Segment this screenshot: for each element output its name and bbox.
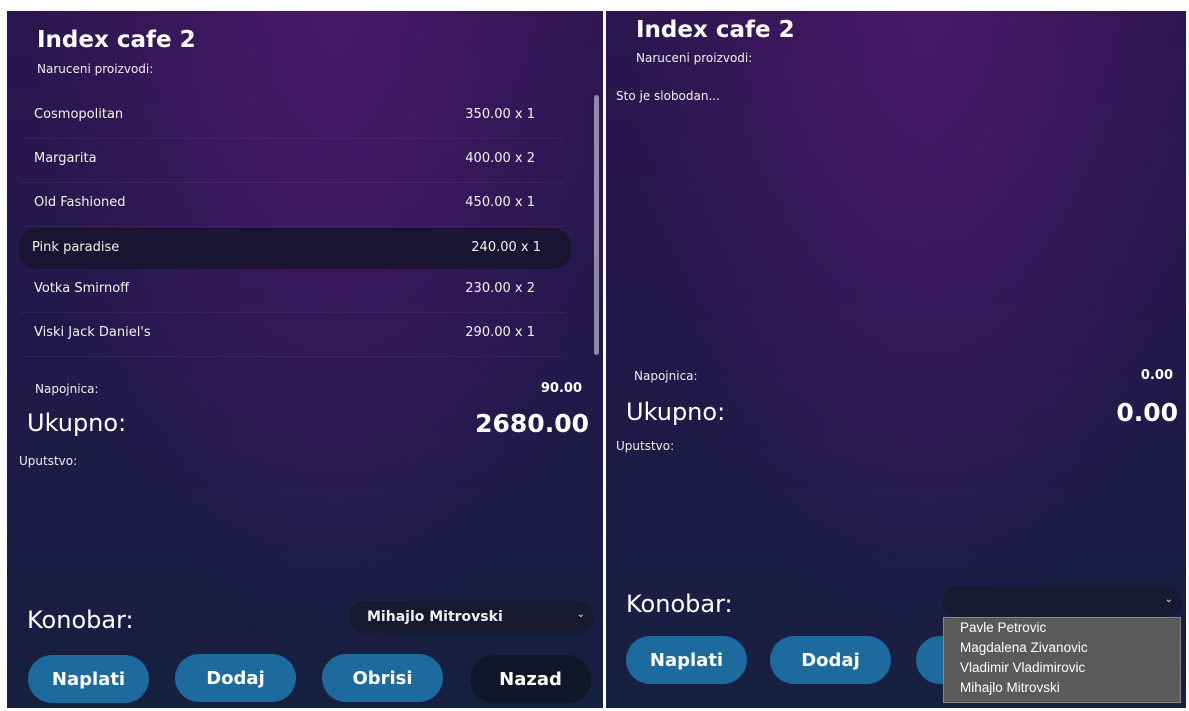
waiter-option[interactable]: Pavle Petrovic [944, 618, 1180, 638]
chevron-down-icon: ⌄ [576, 609, 585, 620]
add-button[interactable]: Dodaj [770, 636, 891, 684]
order-row[interactable]: Pink paradise 240.00 x 1 [19, 228, 571, 269]
order-item-price: 240.00 x 1 [471, 240, 541, 255]
tip-label: Napojnica: [35, 382, 99, 396]
waiter-dropdown-list[interactable]: Pavle Petrovic Magdalena Zivanovic Vladimi… [943, 617, 1181, 703]
order-list[interactable]: Cosmopolitan 350.00 x 1 Margarita 400.00 x … [17, 95, 573, 357]
total-value: 0.00 [1116, 398, 1178, 427]
order-row[interactable]: Cosmopolitan 350.00 x 1 [21, 95, 565, 139]
back-button[interactable]: Nazad [470, 655, 591, 703]
ordered-products-label: Naruceni proizvodi: [636, 51, 753, 65]
pay-button[interactable]: Naplati [626, 636, 747, 684]
order-list-scrollbar[interactable] [594, 95, 599, 355]
cafe-title: Index cafe 2 [37, 27, 196, 53]
total-label: Ukupno: [626, 398, 726, 426]
tip-value: 90.00 [540, 381, 582, 396]
ordered-products-label: Naruceni proizvodi: [37, 62, 154, 76]
pay-button[interactable]: Naplati [28, 655, 149, 703]
order-item-name: Votka Smirnoff [34, 281, 130, 296]
order-item-name: Old Fashioned [34, 195, 126, 210]
delete-button[interactable]: Obrisi [322, 654, 443, 702]
cafe-title: Index cafe 2 [636, 17, 795, 43]
order-panel-right: Index cafe 2 Naruceni proizvodi: Sto je … [606, 11, 1186, 708]
waiter-option[interactable]: Mihajlo Mitrovski [944, 678, 1180, 698]
waiter-select[interactable]: Mihajlo Mitrovski ⌄ [349, 601, 593, 633]
total-value: 2680.00 [475, 409, 589, 438]
add-button[interactable]: Dodaj [175, 654, 296, 702]
tip-value: 0.00 [1140, 368, 1173, 383]
empty-table-message: Sto je slobodan... [616, 89, 720, 103]
order-item-name: Viski Jack Daniel's [34, 325, 151, 340]
order-item-price: 450.00 x 1 [465, 195, 535, 210]
tip-label: Napojnica: [634, 369, 698, 383]
waiter-select[interactable]: ⌄ [943, 586, 1181, 617]
waiter-label: Konobar: [27, 606, 134, 634]
order-row[interactable]: Votka Smirnoff 230.00 x 2 [21, 269, 565, 313]
instructions-label: Uputstvo: [616, 439, 675, 453]
waiter-option[interactable]: Magdalena Zivanovic [944, 638, 1180, 658]
order-item-price: 230.00 x 2 [465, 281, 535, 296]
waiter-label: Konobar: [626, 590, 733, 618]
waiter-option[interactable]: Vladimir Vladimirovic [944, 658, 1180, 678]
order-row[interactable]: Viski Jack Daniel's 290.00 x 1 [21, 313, 565, 357]
order-item-price: 290.00 x 1 [465, 325, 535, 340]
order-item-price: 350.00 x 1 [465, 107, 535, 122]
waiter-select-value: Mihajlo Mitrovski [367, 609, 503, 625]
order-item-name: Margarita [34, 151, 97, 166]
order-item-name: Pink paradise [32, 240, 120, 255]
chevron-down-icon: ⌄ [1164, 594, 1173, 605]
total-label: Ukupno: [27, 409, 127, 437]
order-row[interactable]: Old Fashioned 450.00 x 1 [21, 183, 565, 227]
order-item-name: Cosmopolitan [34, 107, 124, 122]
instructions-label: Uputstvo: [19, 454, 78, 468]
order-item-price: 400.00 x 2 [465, 151, 535, 166]
order-panel-left: Index cafe 2 Naruceni proizvodi: Cosmopo… [7, 11, 603, 708]
order-row[interactable]: Margarita 400.00 x 2 [21, 139, 565, 183]
